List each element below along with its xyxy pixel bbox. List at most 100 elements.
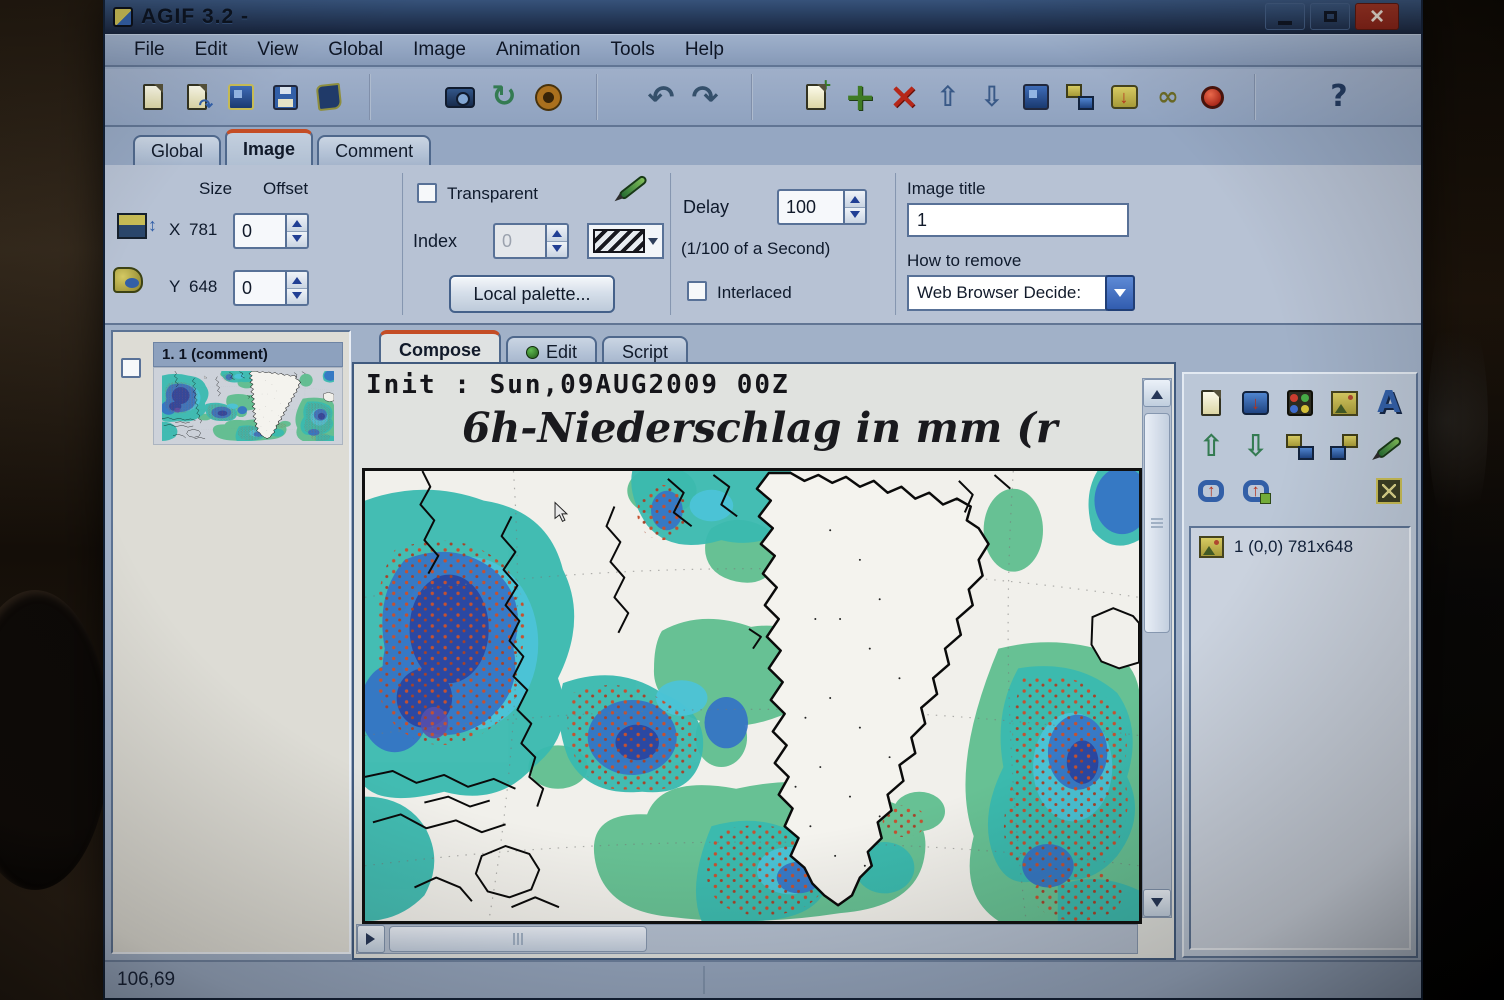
transparent-checkbox[interactable] bbox=[417, 183, 437, 203]
index-down-button[interactable] bbox=[547, 241, 567, 258]
promote-layer-button[interactable]: ↑ bbox=[1190, 470, 1232, 512]
new-file-button[interactable] bbox=[131, 73, 175, 121]
size-x-label: X bbox=[169, 220, 180, 240]
tab-compose[interactable]: Compose bbox=[379, 330, 501, 364]
link-frames-icon: ∞ bbox=[1157, 84, 1179, 110]
status-value: 106,69 bbox=[117, 969, 175, 991]
maximize-button[interactable] bbox=[1310, 3, 1350, 30]
import-file-button[interactable] bbox=[307, 73, 351, 121]
size-label: Size bbox=[199, 179, 232, 199]
index-up-button[interactable] bbox=[547, 225, 567, 241]
replace-image-icon: ↓ bbox=[1111, 85, 1138, 109]
layer-list: 1 (0,0) 781x648 bbox=[1189, 526, 1411, 950]
tab-edit[interactable]: Edit bbox=[506, 336, 597, 364]
scroll-right-button[interactable] bbox=[357, 925, 385, 953]
index-value[interactable]: 0 bbox=[493, 223, 545, 259]
canvas-horizontal-scrollbar[interactable] bbox=[356, 924, 1138, 954]
frame-1-checkbox[interactable] bbox=[121, 358, 141, 378]
how-to-remove-select[interactable]: Web Browser Decide: bbox=[907, 275, 1107, 311]
colors-button[interactable] bbox=[1279, 382, 1321, 424]
play-animation-button[interactable] bbox=[526, 73, 570, 121]
color-swatch-icon bbox=[593, 229, 645, 253]
open-file-button[interactable] bbox=[175, 73, 219, 121]
tab-image[interactable]: Image bbox=[225, 129, 313, 165]
frame-thumbnail[interactable] bbox=[153, 367, 343, 445]
promote-layer-icon: ↑ bbox=[1198, 480, 1224, 502]
y-offset-up-button[interactable] bbox=[287, 272, 307, 288]
text-tool-icon: A bbox=[1377, 388, 1400, 418]
replace-image-button[interactable]: ↓ bbox=[1102, 73, 1146, 121]
tab-comment[interactable]: Comment bbox=[317, 135, 431, 165]
promote-all-button[interactable]: ↑ bbox=[1234, 470, 1276, 512]
scroll-up-button[interactable] bbox=[1143, 379, 1171, 407]
refresh-icon: ↻ bbox=[491, 82, 516, 112]
menu-global[interactable]: Global bbox=[313, 37, 398, 63]
horizontal-scroll-thumb[interactable] bbox=[389, 926, 647, 952]
y-offset-down-button[interactable] bbox=[287, 288, 307, 305]
add-text-button[interactable]: A bbox=[1368, 382, 1410, 424]
image-title-input[interactable]: 1 bbox=[907, 203, 1129, 237]
import-file-icon bbox=[316, 83, 343, 111]
x-offset-down-button[interactable] bbox=[287, 231, 307, 248]
refresh-button[interactable]: ↻ bbox=[482, 73, 526, 121]
layer-up-button[interactable]: ⇧ bbox=[1190, 426, 1232, 468]
add-frame-button[interactable]: + bbox=[838, 73, 882, 121]
tab-global[interactable]: Global bbox=[133, 135, 221, 165]
tab-script[interactable]: Script bbox=[602, 336, 688, 364]
menu-view[interactable]: View bbox=[242, 37, 313, 63]
menu-help[interactable]: Help bbox=[670, 37, 739, 63]
layer-down-button[interactable]: ⇩ bbox=[1234, 426, 1276, 468]
menu-file[interactable]: File bbox=[119, 37, 180, 63]
vertical-scroll-thumb[interactable] bbox=[1144, 413, 1170, 633]
layer-list-item[interactable]: 1 (0,0) 781x648 bbox=[1191, 528, 1409, 566]
insert-image-button[interactable] bbox=[1014, 73, 1058, 121]
view-image-button[interactable] bbox=[219, 73, 263, 121]
pick-transparent-color-icon[interactable] bbox=[618, 174, 649, 201]
undo-button[interactable]: ↶ bbox=[639, 73, 683, 121]
frame-item-title[interactable]: 1. 1 (comment) bbox=[153, 342, 343, 367]
link-frames-button[interactable]: ∞ bbox=[1146, 73, 1190, 121]
edit-layer-button[interactable] bbox=[1368, 426, 1410, 468]
send-backward-icon bbox=[1330, 434, 1358, 460]
x-offset-value[interactable]: 0 bbox=[233, 213, 285, 249]
transparent-color-swatch[interactable] bbox=[587, 223, 664, 259]
x-offset-up-button[interactable] bbox=[287, 215, 307, 231]
layer-up-icon: ⇧ bbox=[1199, 432, 1224, 462]
colors-icon bbox=[1287, 390, 1313, 416]
move-frame-down-button[interactable]: ⇩ bbox=[970, 73, 1014, 121]
help-button[interactable]: ? bbox=[1317, 73, 1361, 121]
crop-button[interactable] bbox=[1368, 470, 1410, 512]
extract-image-button[interactable] bbox=[1323, 382, 1365, 424]
menu-image[interactable]: Image bbox=[398, 37, 481, 63]
scroll-down-button[interactable] bbox=[1143, 889, 1171, 917]
new-frame-button[interactable] bbox=[794, 73, 838, 121]
bring-forward-button[interactable] bbox=[1279, 426, 1321, 468]
delay-up-button[interactable] bbox=[845, 191, 865, 207]
photo-dark-edge-right bbox=[1422, 0, 1504, 1000]
y-offset-value[interactable]: 0 bbox=[233, 270, 285, 306]
menu-animation[interactable]: Animation bbox=[481, 37, 596, 63]
delay-value[interactable]: 100 bbox=[777, 189, 843, 225]
close-button[interactable]: × bbox=[1355, 3, 1399, 30]
record-button[interactable] bbox=[1190, 73, 1234, 121]
delay-down-button[interactable] bbox=[845, 207, 865, 224]
status-divider bbox=[703, 966, 705, 994]
redo-button[interactable]: ↷ bbox=[683, 73, 727, 121]
menu-tools[interactable]: Tools bbox=[595, 37, 669, 63]
maximize-icon bbox=[1324, 11, 1337, 22]
move-frame-up-button[interactable]: ⇧ bbox=[926, 73, 970, 121]
canvas-vertical-scrollbar[interactable] bbox=[1142, 378, 1172, 918]
minimize-button[interactable] bbox=[1265, 3, 1305, 30]
add-image-button[interactable] bbox=[1190, 382, 1232, 424]
save-file-button[interactable] bbox=[263, 73, 307, 121]
how-to-remove-dropdown-button[interactable] bbox=[1105, 275, 1135, 311]
preview-button[interactable] bbox=[438, 73, 482, 121]
delete-frame-button[interactable]: × bbox=[882, 73, 926, 121]
menu-edit[interactable]: Edit bbox=[180, 37, 243, 63]
import-image-button[interactable]: ↓ bbox=[1234, 382, 1276, 424]
frame-list-item[interactable]: 1. 1 (comment) bbox=[153, 342, 343, 445]
copy-frame-button[interactable] bbox=[1058, 73, 1102, 121]
local-palette-button[interactable]: Local palette... bbox=[449, 275, 615, 313]
interlaced-checkbox[interactable] bbox=[687, 281, 707, 301]
send-backward-button[interactable] bbox=[1323, 426, 1365, 468]
